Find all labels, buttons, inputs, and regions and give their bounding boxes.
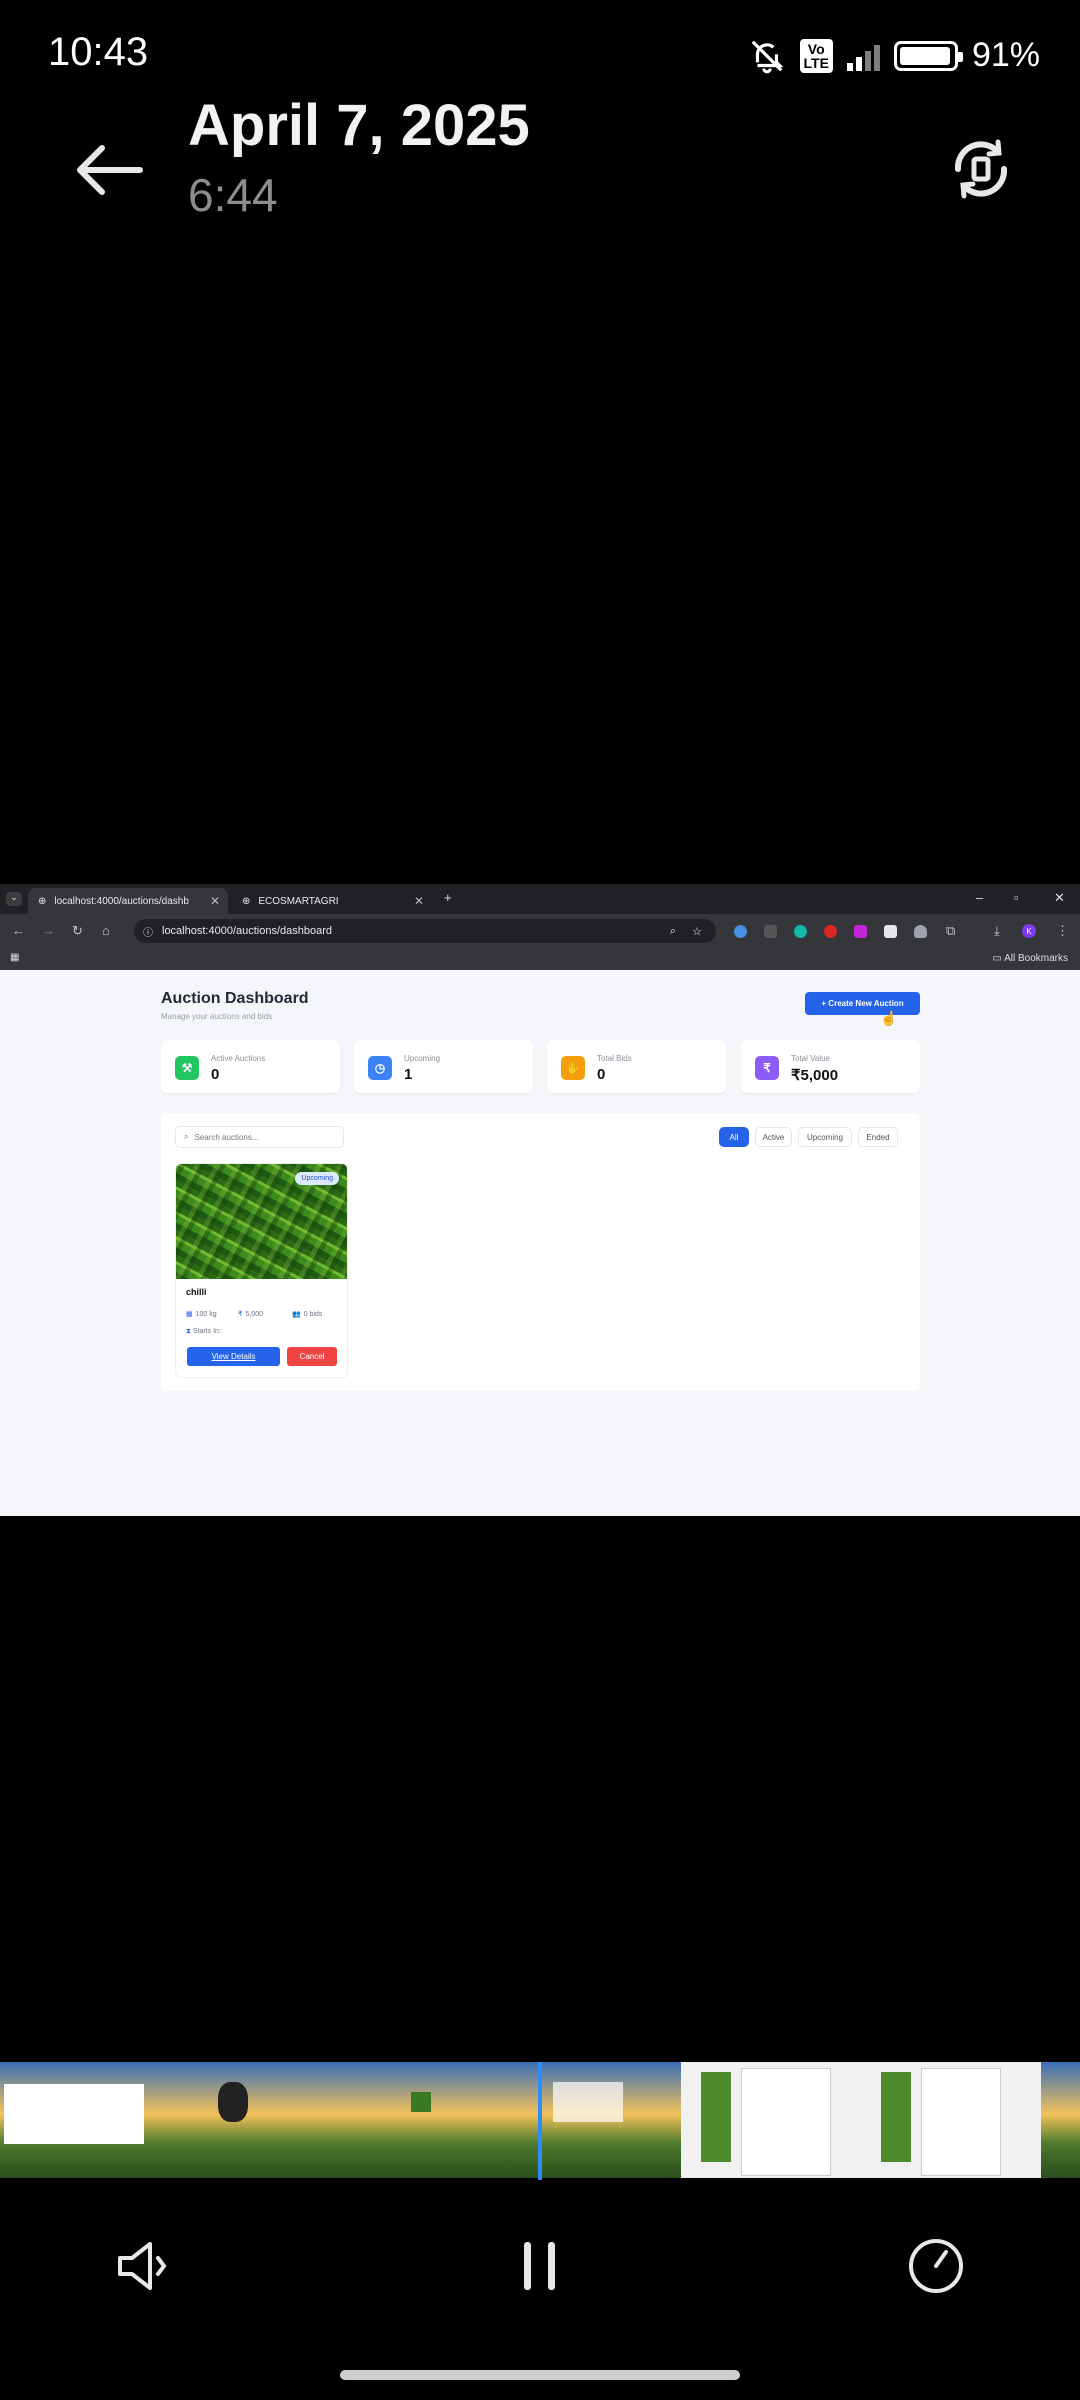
extension-icon[interactable] (824, 925, 837, 938)
filmstrip-frame (861, 2062, 1041, 2178)
bid-count: 👥 0 bids (292, 1310, 323, 1319)
extension-icon[interactable] (884, 925, 897, 938)
search-icon: ⌕ (184, 1132, 189, 1141)
window-close-icon[interactable]: ✕ (1054, 890, 1065, 906)
signal-icon (846, 41, 880, 71)
tab-search-icon[interactable]: ⌄ (6, 892, 22, 906)
search-input[interactable]: ⌕ Search auctions... (175, 1126, 344, 1148)
home-icon[interactable]: ⌂ (102, 923, 110, 938)
auctions-panel: ⌕ Search auctions... All Active Upcoming… (161, 1113, 920, 1391)
starts-in: ⧗ Starts In: (186, 1328, 221, 1335)
status-badge: Upcoming (295, 1172, 339, 1185)
site-info-icon[interactable]: ⓘ (143, 924, 153, 939)
battery-icon (893, 40, 963, 71)
all-bookmarks[interactable]: ▭ All Bookmarks (992, 953, 1068, 964)
volume-icon[interactable] (112, 2236, 172, 2296)
globe-icon: ⊕ (38, 895, 47, 907)
pause-icon[interactable] (510, 2236, 570, 2296)
gavel-icon: ⚒ (175, 1056, 199, 1080)
filmstrip-frame (0, 2062, 150, 2178)
price: ₹5,000 (238, 1310, 263, 1319)
clock-icon: ◷ (368, 1056, 392, 1080)
speed-icon[interactable] (906, 2236, 966, 2296)
hand-icon: ✋ (561, 1056, 585, 1080)
auction-name: chilli (186, 1287, 207, 1297)
filter-all[interactable]: All (719, 1127, 749, 1147)
download-icon[interactable]: ⤓ (994, 923, 1000, 939)
stat-total-value: ₹ Total Value ₹5,000 (741, 1040, 920, 1093)
dashboard-title: Auction Dashboard (161, 990, 309, 1007)
quantity: ▦ 100 kg (186, 1310, 217, 1319)
tab-ecosmartagri[interactable]: ⊕ ECOSMARTAGRI ✕ (232, 888, 432, 914)
capture-time: 6:44 (188, 169, 278, 221)
mute-bell-icon (751, 40, 784, 73)
filter-ended[interactable]: Ended (858, 1127, 898, 1147)
puzzle-icon[interactable]: ⧉ (946, 923, 955, 939)
new-tab-icon[interactable]: + (444, 890, 452, 905)
browser-toolbar: ← → ↻ ⌂ ⓘ localhost:4000/auctions/dashbo… (0, 914, 1080, 948)
back-arrow-icon[interactable] (70, 130, 150, 210)
volte-icon: Vo LTE (799, 38, 833, 73)
status-icons: Vo LTE 91% (748, 36, 1040, 75)
restore-icon[interactable]: ▫ (1014, 890, 1019, 905)
shield-icon[interactable] (914, 925, 927, 938)
stat-total-bids: ✋ Total Bids 0 (547, 1040, 726, 1093)
filter-upcoming[interactable]: Upcoming (798, 1127, 852, 1147)
tab-strip: ⌄ ⊕ localhost:4000/auctions/dashb ✕ ⊕ ECOSM… (0, 884, 1080, 914)
filmstrip-frame (503, 2062, 681, 2178)
calendar-icon: ▦ (186, 1311, 193, 1318)
page-title: April 7, 2025 (188, 93, 530, 158)
extension-icon[interactable] (734, 925, 747, 938)
profile-avatar[interactable]: K (1022, 924, 1036, 938)
filmstrip-frame (681, 2062, 861, 2178)
extension-icon[interactable] (854, 925, 867, 938)
tab-auction-dashboard[interactable]: ⊕ localhost:4000/auctions/dashb ✕ (28, 888, 228, 914)
close-tab-icon[interactable]: ✕ (414, 894, 424, 908)
dashboard-subtitle: Manage your auctions and bids (161, 1012, 273, 1021)
apps-grid-icon[interactable]: ▦ (10, 952, 19, 963)
back-icon[interactable]: ← (12, 923, 25, 938)
minimize-icon[interactable]: – (976, 890, 983, 905)
forward-icon[interactable]: → (42, 923, 55, 938)
auction-card[interactable]: Upcoming chilli ▦ 100 kg ₹5,000 👥 0 bids ⧗… (175, 1163, 348, 1378)
create-auction-button[interactable]: + Create New Auction (805, 992, 920, 1015)
battery-percent: 91% (971, 36, 1040, 74)
extension-icon[interactable] (794, 925, 807, 938)
globe-icon: ⊕ (242, 895, 251, 907)
rupee-icon: ₹ (238, 1311, 243, 1318)
home-indicator[interactable] (340, 2370, 740, 2380)
view-details-button[interactable]: View Details (187, 1347, 280, 1366)
screenshot-preview[interactable]: ⌄ ⊕ localhost:4000/auctions/dashb ✕ ⊕ ECOSM… (0, 884, 1080, 1516)
filmstrip-frame (325, 2062, 503, 2178)
stat-active-auctions: ⚒ Active Auctions 0 (161, 1040, 340, 1093)
stat-upcoming: ◷ Upcoming 1 (354, 1040, 533, 1093)
playhead[interactable] (538, 2062, 542, 2180)
reload-icon[interactable]: ↻ (72, 923, 83, 939)
cancel-button[interactable]: Cancel (287, 1347, 337, 1366)
bookmark-star-icon[interactable]: ☆ (692, 925, 702, 938)
address-bar[interactable]: ⓘ localhost:4000/auctions/dashboard ⌕ ☆ (134, 919, 716, 943)
filter-active[interactable]: Active (755, 1127, 792, 1147)
rotate-icon[interactable] (946, 134, 1016, 204)
users-icon: 👥 (292, 1311, 301, 1318)
status-time: 10:43 (48, 30, 149, 74)
hand-cursor-icon: ☝ (880, 1010, 898, 1026)
rupee-icon: ₹ (755, 1056, 779, 1080)
hourglass-icon: ⧗ (186, 1328, 191, 1335)
menu-icon[interactable]: ⋮ (1056, 923, 1069, 939)
filmstrip-frame (150, 2062, 325, 2178)
zoom-icon[interactable]: ⌕ (670, 925, 676, 938)
dashboard-page: Auction Dashboard Manage your auctions a… (0, 970, 1080, 1516)
extension-icon[interactable] (764, 925, 777, 938)
filmstrip-frame (1041, 2062, 1080, 2178)
bookmarks-bar: ▦ ▭ All Bookmarks (0, 948, 1080, 970)
close-tab-icon[interactable]: ✕ (210, 894, 220, 908)
